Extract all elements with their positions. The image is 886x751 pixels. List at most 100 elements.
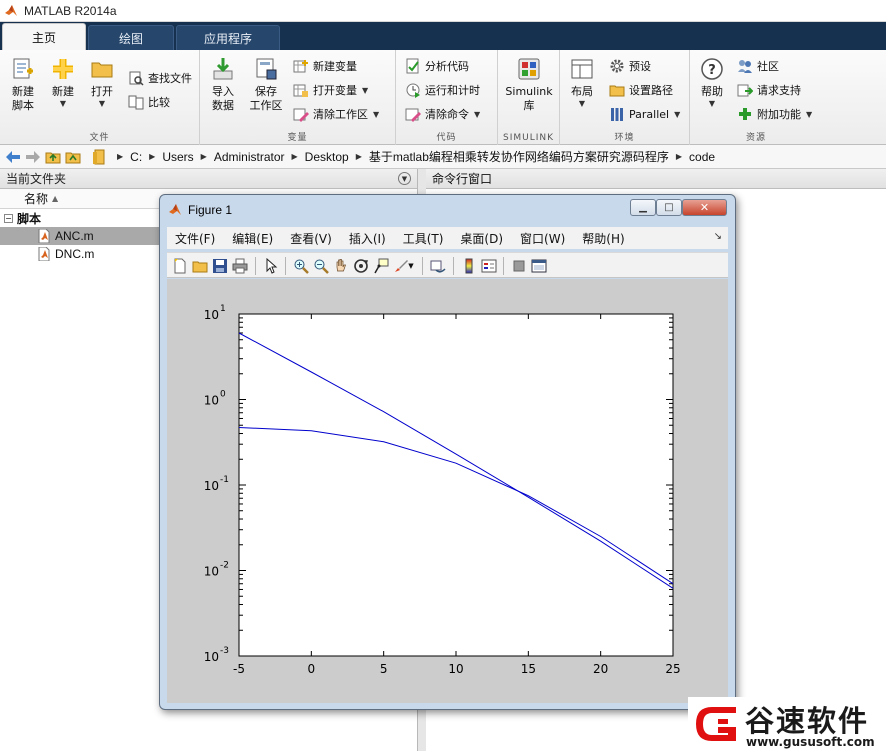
zoom-out-button[interactable]	[312, 257, 330, 275]
addons-plus-icon	[739, 108, 751, 120]
new-figure-button[interactable]	[171, 257, 189, 275]
breadcrumb-administrator[interactable]: Administrator	[214, 150, 285, 164]
find-files-icon	[129, 71, 144, 86]
forward-button[interactable]	[24, 148, 42, 166]
set-path-button[interactable]: 设置路径	[609, 81, 673, 99]
menu-view[interactable]: 查看(V)	[290, 230, 332, 247]
zoom-in-button[interactable]	[292, 257, 310, 275]
analyze-code-button[interactable]: 分析代码	[405, 57, 469, 75]
new-variable-button[interactable]: 新建变量	[293, 57, 357, 75]
compare-label: 比较	[148, 96, 170, 109]
breadcrumb-drive[interactable]: C:	[130, 150, 142, 164]
window-titlebar: MATLAB R2014a	[0, 0, 886, 22]
group-label-code: 代码	[436, 133, 457, 143]
dock-arrow-icon[interactable]: ↘	[714, 231, 722, 242]
save-disk-icon	[213, 259, 227, 273]
tab-apps[interactable]: 应用程序	[176, 25, 280, 50]
link-plot-button[interactable]	[429, 257, 447, 275]
group-label-variable: 变量	[287, 133, 308, 143]
request-support-button[interactable]: 请求支持	[737, 81, 801, 99]
save-figure-button[interactable]	[211, 257, 229, 275]
x-tick-label: 10	[448, 662, 463, 676]
new-button[interactable]: 新建 ▼	[46, 56, 80, 109]
minimize-button[interactable]: ▁	[630, 199, 656, 216]
ribbon-group-file: 新建 脚本 新建 ▼ 打开 ▼ 查找文件 比较 文件	[0, 50, 200, 145]
addons-label: 附加功能	[757, 108, 801, 121]
run-and-time-button[interactable]: 运行和计时	[405, 81, 480, 99]
ribbon-group-resources: ? 帮助 ▼ 社区 请求支持 附加功能 ▼ 资源	[690, 50, 822, 145]
open-label: 打开	[91, 85, 113, 98]
open-button[interactable]: 打开 ▼	[86, 56, 118, 109]
open-variable-button[interactable]: 打开变量 ▼	[293, 81, 368, 99]
new-label: 新建	[52, 85, 74, 98]
back-button[interactable]	[4, 148, 22, 166]
insert-colorbar-button[interactable]	[460, 257, 478, 275]
menu-edit[interactable]: 编辑(E)	[232, 230, 273, 247]
layout-button[interactable]: 布局 ▼	[566, 56, 598, 109]
breadcrumb-chevron-icon: ▶	[291, 152, 298, 161]
panel-menu-chevron-icon[interactable]: ▼	[398, 172, 411, 185]
menu-insert[interactable]: 插入(I)	[349, 230, 386, 247]
clear-commands-button[interactable]: 清除命令 ▼	[405, 105, 480, 123]
clear-workspace-icon	[293, 108, 309, 122]
group-label-file: 文件	[89, 133, 110, 143]
zoom-in-icon	[294, 259, 309, 274]
compare-icon	[128, 95, 144, 110]
menu-desktop[interactable]: 桌面(D)	[460, 230, 503, 247]
compare-button[interactable]: 比较	[128, 93, 170, 111]
breadcrumb-project-folder[interactable]: 基于matlab编程相乘转发协作网络编码方案研究源码程序	[369, 148, 669, 165]
menu-window[interactable]: 窗口(W)	[520, 230, 565, 247]
breadcrumb-desktop[interactable]: Desktop	[305, 150, 349, 164]
clear-workspace-button[interactable]: 清除工作区 ▼	[293, 105, 379, 123]
find-files-button[interactable]: 查找文件	[128, 69, 192, 87]
rotate-3d-icon	[354, 259, 368, 273]
breadcrumb-code[interactable]: code	[689, 150, 715, 164]
close-button[interactable]: ✕	[682, 199, 727, 216]
find-files-label: 查找文件	[148, 72, 192, 85]
collapse-icon[interactable]: −	[4, 213, 13, 223]
data-cursor-button[interactable]	[372, 257, 390, 275]
tab-home[interactable]: 主页	[2, 23, 86, 50]
browse-folder-button[interactable]	[64, 148, 82, 166]
window-title: MATLAB R2014a	[24, 3, 117, 18]
breadcrumb-users[interactable]: Users	[162, 150, 193, 164]
open-file-button[interactable]	[191, 257, 209, 275]
maximize-button[interactable]: □	[656, 199, 682, 216]
up-folder-button[interactable]	[44, 148, 62, 166]
rotate-3d-button[interactable]	[352, 257, 370, 275]
minimize-icon: ▁	[639, 202, 647, 213]
link-plot-icon	[430, 260, 446, 273]
plot-axes-svg[interactable]: -5 0 5 10 15 20 2510 -310 -210 -110 010 1	[167, 279, 728, 703]
hide-plot-tools-button[interactable]	[510, 257, 528, 275]
parallel-button[interactable]: Parallel ▼	[609, 105, 680, 123]
save-workspace-button[interactable]: 保存 工作区	[246, 56, 286, 113]
insert-legend-button[interactable]	[480, 257, 498, 275]
simulink-library-button[interactable]: Simulink 库	[504, 56, 554, 113]
edit-plot-button[interactable]	[262, 257, 280, 275]
plot-area	[238, 313, 674, 657]
figure-canvas[interactable]: -5 0 5 10 15 20 25 10 -3 10 -2 10 -1 10 0 10 1	[167, 279, 728, 703]
brush-dropdown-button[interactable]: ▼	[406, 257, 416, 275]
community-button[interactable]: 社区	[737, 57, 779, 75]
new-script-label: 新建 脚本	[12, 85, 34, 112]
printer-icon	[232, 258, 248, 274]
tab-plots[interactable]: 绘图	[88, 25, 174, 50]
folder-path-icon-button[interactable]	[90, 148, 108, 166]
import-data-button[interactable]: 导入 数据	[206, 56, 240, 113]
menu-help[interactable]: 帮助(H)	[582, 230, 624, 247]
menu-tools[interactable]: 工具(T)	[403, 230, 444, 247]
pan-button[interactable]	[332, 257, 350, 275]
ribbon-group-code: 分析代码 运行和计时 清除命令 ▼ 代码	[396, 50, 498, 145]
folder-icon	[93, 149, 105, 164]
import-data-label: 导入 数据	[212, 85, 234, 112]
new-chevron-down-icon: ▼	[59, 99, 67, 108]
addons-button[interactable]: 附加功能 ▼	[737, 105, 812, 123]
menu-file[interactable]: 文件(F)	[175, 230, 215, 247]
new-script-button[interactable]: 新建 脚本	[6, 56, 40, 113]
y-tick-label-exponent: 1	[220, 304, 226, 314]
help-button[interactable]: ? 帮助 ▼	[696, 56, 728, 109]
print-button[interactable]	[231, 257, 249, 275]
show-plot-tools-button[interactable]	[530, 257, 548, 275]
preferences-button[interactable]: 预设	[609, 57, 651, 75]
close-icon: ✕	[699, 201, 710, 214]
